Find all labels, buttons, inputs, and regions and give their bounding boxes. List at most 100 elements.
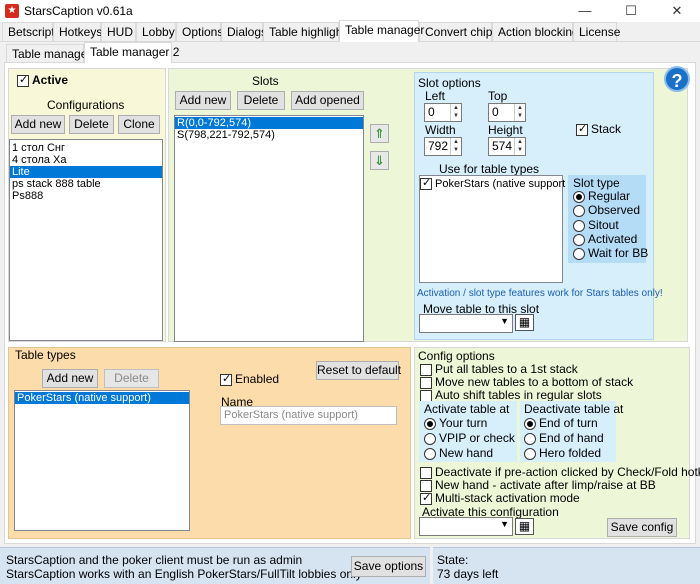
new-hand-limp-checkbox[interactable]: New hand - activate after limp/raise at … xyxy=(420,478,656,492)
width-label: Width xyxy=(425,123,456,137)
tab-options[interactable]: Options xyxy=(176,22,223,41)
list-item[interactable]: PokerStars (native support) xyxy=(15,392,189,404)
list-item[interactable]: Ps888 xyxy=(10,190,162,202)
table-types-title: Table types xyxy=(15,348,76,362)
active-checkbox-box[interactable] xyxy=(17,73,29,87)
arrow-up-icon: ⇑ xyxy=(374,126,385,141)
app-icon: ★ xyxy=(5,4,19,18)
tab-betscript[interactable]: Betscript xyxy=(2,22,55,41)
slot-add-opened-button[interactable]: Add opened xyxy=(291,91,364,110)
move-table-combo[interactable]: ▼ xyxy=(419,314,513,333)
tab-hud[interactable]: HUD xyxy=(101,22,136,41)
chevron-down-icon: ▼ xyxy=(500,519,509,529)
deactivate-end-of-hand-radio[interactable]: End of hand xyxy=(524,431,604,445)
deactivate-end-of-turn-radio[interactable]: End of turn xyxy=(524,416,598,430)
list-item[interactable]: Lite xyxy=(10,166,162,178)
tab-hotkeys[interactable]: Hotkeys xyxy=(53,22,102,41)
move-new-tables-checkbox[interactable]: Move new tables to a bottom of stack xyxy=(420,375,633,389)
slot-type-sitout-radio[interactable]: Sitout xyxy=(573,218,619,232)
enabled-checkbox-box[interactable] xyxy=(220,372,232,386)
tab-dialogs[interactable]: Dialogs xyxy=(221,22,267,41)
slot-type-activated-radio[interactable]: Activated xyxy=(573,232,637,246)
chevron-down-icon: ▼ xyxy=(500,316,509,326)
list-item[interactable]: S(798,221-792,574) xyxy=(175,129,363,141)
maximize-button[interactable]: ☐ xyxy=(608,0,654,22)
arrow-down-icon: ⇓ xyxy=(374,153,385,168)
minimize-button[interactable]: — xyxy=(562,0,608,22)
status-info-panel: StarsCaption and the poker client must b… xyxy=(0,547,430,584)
use-for-table-types-list[interactable]: PokerStars (native support xyxy=(419,175,565,283)
put-all-tables-checkbox[interactable]: Put all tables to a 1st stack xyxy=(420,362,578,376)
activate-new-hand-radio[interactable]: New hand xyxy=(424,446,493,460)
window-title: StarsCaption v0.61a xyxy=(24,4,133,18)
tab-lobby[interactable]: Lobby xyxy=(136,22,176,41)
slot-type-regular-radio[interactable]: Regular xyxy=(573,189,630,203)
left-label: Left xyxy=(425,89,446,103)
tab-license[interactable]: License xyxy=(573,22,620,41)
subtab-table-manager[interactable]: Table manager xyxy=(6,44,91,63)
width-input[interactable]: 792 ▲ ▼ xyxy=(424,137,462,156)
name-input[interactable]: PokerStars (native support) xyxy=(220,406,397,425)
state-label: State: xyxy=(437,553,469,567)
slots-list[interactable]: R(0,0-792,574) S(798,221-792,574) xyxy=(174,115,364,342)
status-line-2: StarsCaption works with an English Poker… xyxy=(6,567,362,581)
slot-add-new-button[interactable]: Add new xyxy=(175,91,231,110)
grid-icon[interactable]: ▦ xyxy=(515,314,534,331)
close-button[interactable]: ✕ xyxy=(654,0,700,22)
activate-config-combo[interactable]: ▼ xyxy=(419,517,513,536)
list-item[interactable]: PokerStars (native support xyxy=(420,176,565,191)
grid-icon[interactable]: ▦ xyxy=(515,518,534,535)
width-value: 792 xyxy=(428,139,449,153)
use-for-checkbox[interactable] xyxy=(420,176,432,191)
reset-to-default-button[interactable]: Reset to default xyxy=(316,361,401,380)
table-type-add-new-button[interactable]: Add new xyxy=(42,369,98,388)
state-value: 73 days left xyxy=(437,567,499,581)
stack-checkbox[interactable]: Stack xyxy=(576,122,621,136)
top-input[interactable]: 0 ▲ ▼ xyxy=(488,103,526,122)
title-bar: ★ StarsCaption v0.61a — ☐ ✕ xyxy=(0,0,700,22)
config-delete-button[interactable]: Delete xyxy=(69,115,114,134)
deactivate-preaction-checkbox[interactable]: Deactivate if pre-action clicked by Chec… xyxy=(420,465,700,479)
configurations-list[interactable]: 1 стол Снг 4 стола Ха Lite ps stack 888 … xyxy=(9,139,163,341)
save-config-button[interactable]: Save config xyxy=(607,518,677,537)
list-item[interactable]: 1 стол Снг xyxy=(10,142,162,154)
tab-action-blocking[interactable]: Action blocking xyxy=(492,22,579,41)
configurations-title: Configurations xyxy=(47,98,125,112)
activate-vpip-radio[interactable]: VPIP or check xyxy=(424,431,515,445)
config-clone-button[interactable]: Clone xyxy=(118,115,160,134)
list-item[interactable]: R(0,0-792,574) xyxy=(175,117,363,129)
auto-shift-tables-checkbox[interactable]: Auto shift tables in regular slots xyxy=(420,388,602,402)
stars-only-note: Activation / slot type features work for… xyxy=(417,288,663,299)
list-item[interactable]: ps stack 888 table xyxy=(10,178,162,190)
subtab-table-manager-2[interactable]: Table manager 2 xyxy=(84,42,179,63)
multi-stack-checkbox[interactable]: Multi-stack activation mode xyxy=(420,491,580,505)
help-icon[interactable]: ? xyxy=(664,66,690,92)
active-label: Active xyxy=(32,73,69,87)
move-slot-up-button[interactable]: ⇑ xyxy=(370,124,389,143)
enabled-checkbox[interactable]: Enabled xyxy=(220,372,279,386)
tab-table-manager[interactable]: Table manager xyxy=(339,20,424,42)
save-options-button[interactable]: Save options xyxy=(351,556,426,577)
slot-type-observed-radio[interactable]: Observed xyxy=(573,203,640,217)
tab-table-highlight[interactable]: Table highlight xyxy=(263,22,346,41)
deactivate-hero-folded-radio[interactable]: Hero folded xyxy=(524,446,601,460)
activate-table-title: Activate table at xyxy=(424,402,510,416)
stack-checkbox-box[interactable] xyxy=(576,122,588,136)
table-type-delete-button[interactable]: Delete xyxy=(104,369,159,388)
activate-your-turn-radio[interactable]: Your turn xyxy=(424,416,487,430)
slot-delete-button[interactable]: Delete xyxy=(237,91,285,110)
left-value: 0 xyxy=(428,105,435,119)
slot-type-wait-for-bb-radio[interactable]: Wait for BB xyxy=(573,246,648,260)
tab-convert-chips[interactable]: Convert chips xyxy=(419,22,498,41)
config-options-title: Config options xyxy=(418,349,495,363)
slot-options-title: Slot options xyxy=(418,76,481,90)
config-add-new-button[interactable]: Add new xyxy=(11,115,65,134)
move-slot-down-button[interactable]: ⇓ xyxy=(370,151,389,170)
list-item[interactable]: 4 стола Ха xyxy=(10,154,162,166)
active-checkbox[interactable]: Active xyxy=(17,73,68,87)
stack-label: Stack xyxy=(591,122,622,136)
left-input[interactable]: 0 ▲ ▼ xyxy=(424,103,462,122)
height-input[interactable]: 574 ▲ ▼ xyxy=(488,137,526,156)
table-types-list[interactable]: PokerStars (native support) xyxy=(14,390,190,531)
slot-type-title: Slot type xyxy=(573,176,620,190)
